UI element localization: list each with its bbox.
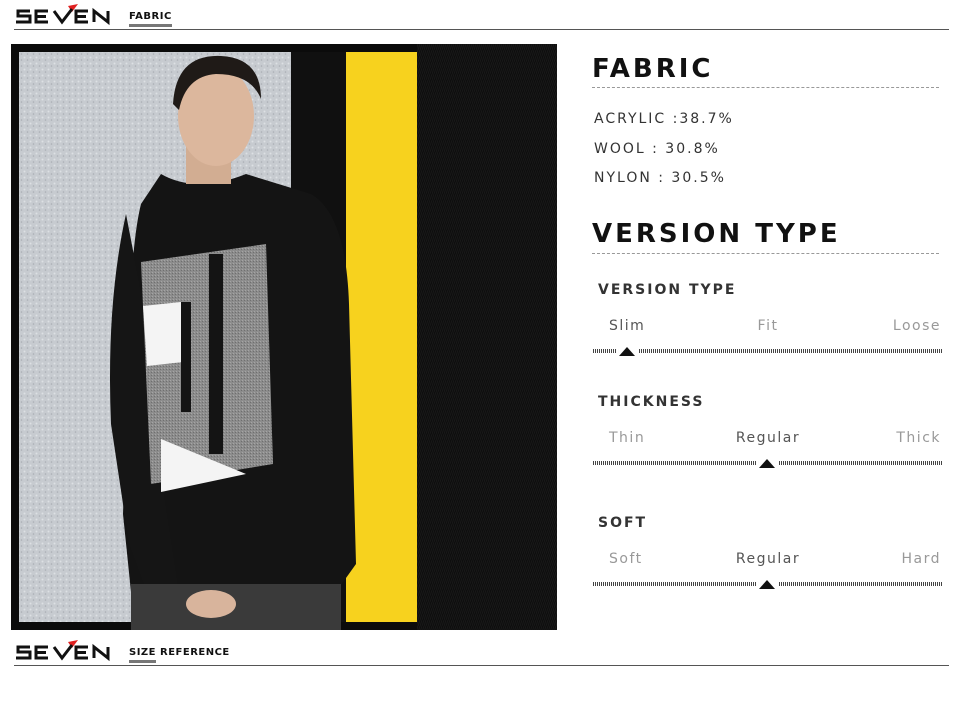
footer-section-bold: SIZE: [129, 647, 157, 658]
footer-bar: SIZE REFERENCE: [14, 636, 949, 666]
footer-divider: [14, 665, 949, 666]
footer-section-rest: REFERENCE: [160, 647, 230, 658]
scale-labels-soft: Soft Regular Hard: [593, 551, 943, 571]
fabric-divider: [592, 87, 939, 88]
scale-marker-version: [619, 347, 635, 356]
scale-labels-thickness: Thin Regular Thick: [593, 430, 943, 450]
scale-option-regular: Regular: [735, 430, 801, 446]
scale-option-loose: Loose: [892, 318, 941, 334]
scale-option-thick: Thick: [896, 430, 941, 446]
scale-option-fit: Fit: [757, 318, 779, 334]
scale-option-regular: Regular: [735, 551, 801, 567]
version-type-divider: [592, 253, 939, 254]
version-type-title: VERSION TYPE: [592, 219, 841, 249]
scale-labels-version: Slim Fit Loose: [593, 318, 943, 338]
footer-section-title: SIZE REFERENCE: [129, 647, 230, 658]
fabric-title: FABRIC: [592, 54, 714, 84]
seven-logo: [16, 640, 110, 662]
seven-logo: [16, 4, 110, 26]
fabric-acrylic: ACRYLIC :38.7%: [594, 111, 734, 127]
header-divider: [14, 29, 949, 30]
fabric-nylon: NYLON : 30.5%: [594, 170, 726, 186]
scale-title-soft: SOFT: [598, 515, 648, 531]
model-photo: [11, 44, 557, 630]
scale-title-version: VERSION TYPE: [598, 282, 737, 298]
fabric-wool: WOOL : 30.8%: [594, 141, 720, 157]
scale-marker-soft: [759, 580, 775, 589]
header-section-title: FABRIC: [129, 11, 172, 22]
header-bar: FABRIC: [14, 0, 949, 30]
scale-marker-thickness: [759, 459, 775, 468]
scale-option-hard: Hard: [901, 551, 941, 567]
scale-title-thickness: THICKNESS: [598, 394, 705, 410]
scale-track-version: [593, 347, 943, 355]
